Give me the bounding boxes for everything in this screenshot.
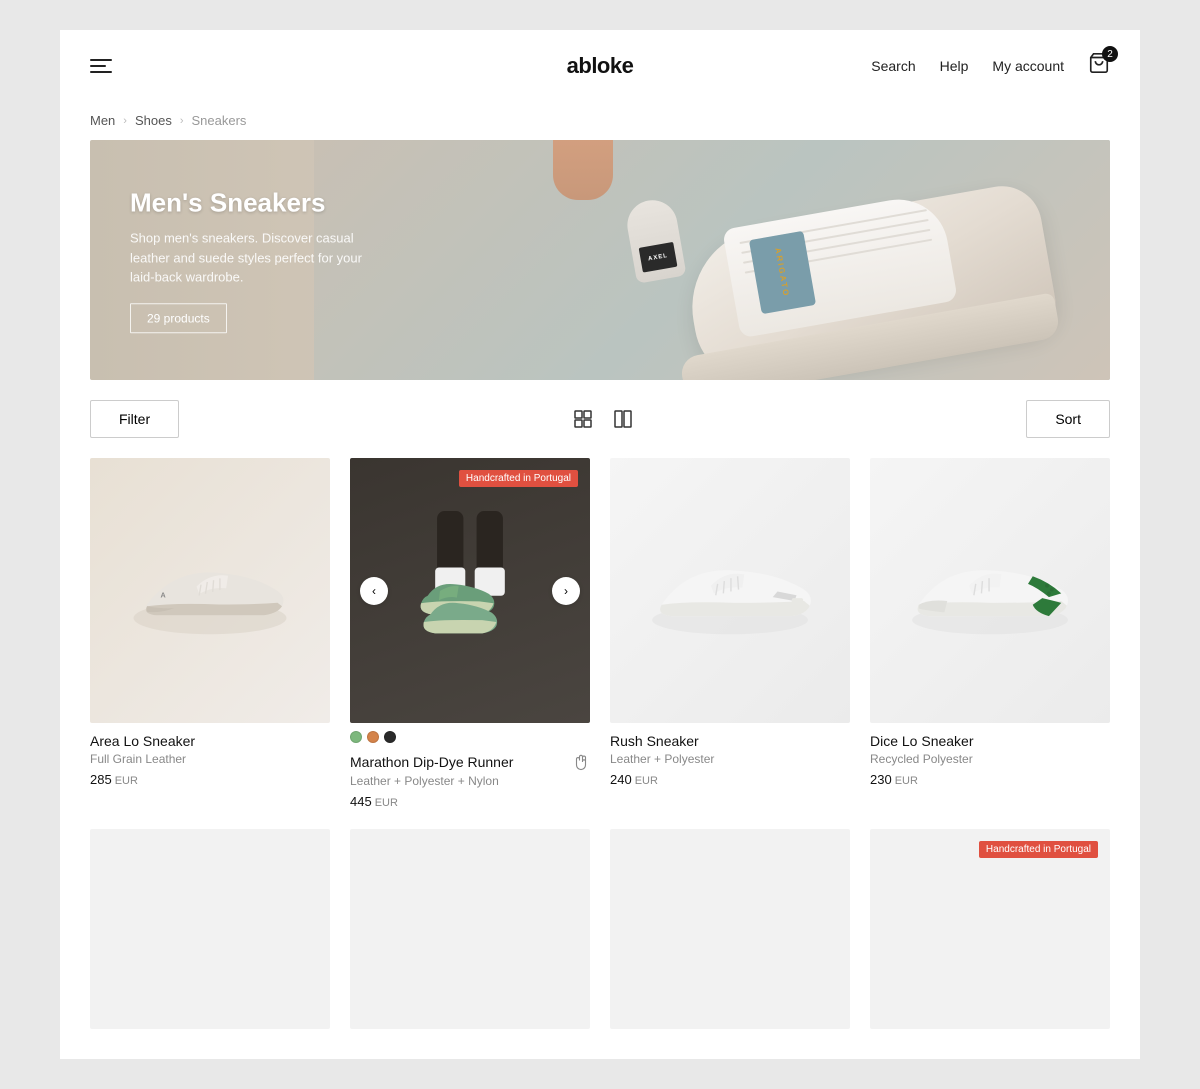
product-image-rush <box>635 536 825 646</box>
product-price: 230EUR <box>870 772 1110 787</box>
sneaker-logo-tag: AXEL <box>639 242 678 273</box>
product-card[interactable]: A Area Lo Sneaker Full Grain Leather 285… <box>90 458 330 809</box>
swatch[interactable] <box>384 731 396 743</box>
breadcrumb-sneakers: Sneakers <box>192 113 247 128</box>
product-material: Full Grain Leather <box>90 752 330 766</box>
product-card[interactable]: Handcrafted in Portugal <box>870 829 1110 1029</box>
product-image-wrapper <box>610 458 850 723</box>
product-image-wrapper <box>870 458 1110 723</box>
product-image-wrapper-partial: Handcrafted in Portugal <box>870 829 1110 1029</box>
product-name: Dice Lo Sneaker <box>870 733 1110 749</box>
header-right: Search Help My account 2 <box>871 52 1110 79</box>
breadcrumb-men[interactable]: Men <box>90 113 115 128</box>
card-next-button[interactable]: › <box>552 577 580 605</box>
hero-label: Men's Sneakers Shop men's sneakers. Disc… <box>130 187 370 333</box>
product-image-wrapper-partial <box>350 829 590 1029</box>
card-prev-button[interactable]: ‹ <box>360 577 388 605</box>
sort-button[interactable]: Sort <box>1026 400 1110 438</box>
swatch[interactable] <box>367 731 379 743</box>
product-image-wrapper-partial <box>90 829 330 1029</box>
grid-4-icon <box>574 410 592 428</box>
product-name: Marathon Dip-Dye Runner <box>350 753 590 771</box>
breadcrumb: Men › Shoes › Sneakers <box>60 101 1140 140</box>
hero-cta-button[interactable]: 29 products <box>130 303 227 333</box>
filter-button[interactable]: Filter <box>90 400 179 438</box>
product-card[interactable]: Dice Lo Sneaker Recycled Polyester 230EU… <box>870 458 1110 809</box>
grid-2-icon <box>614 410 632 428</box>
product-name: Area Lo Sneaker <box>90 733 330 749</box>
help-link[interactable]: Help <box>940 58 969 74</box>
product-image-wrapper: A <box>90 458 330 723</box>
hero-title: Men's Sneakers <box>130 187 370 218</box>
hero-bg: ARIGATO AXEL <box>314 140 1110 380</box>
cart-icon-wrapper[interactable]: 2 <box>1088 52 1110 79</box>
view-toggle <box>567 403 639 435</box>
product-info: Rush Sneaker Leather + Polyester 240EUR <box>610 723 850 787</box>
product-name: Rush Sneaker <box>610 733 850 749</box>
grid-2-view-button[interactable] <box>607 403 639 435</box>
product-material: Leather + Polyester <box>610 752 850 766</box>
product-material: Leather + Polyester + Nylon <box>350 774 590 788</box>
product-material: Recycled Polyester <box>870 752 1110 766</box>
arigato-text: ARIGATO <box>774 247 792 298</box>
product-card[interactable]: Handcrafted in Portugal ‹ › <box>350 458 590 809</box>
breadcrumb-sep-2: › <box>180 115 184 127</box>
hero-banner: ARIGATO AXEL Men's Sneakers Shop men's s… <box>90 140 1110 380</box>
breadcrumb-shoes[interactable]: Shoes <box>135 113 172 128</box>
product-badge: Handcrafted in Portugal <box>459 470 578 487</box>
product-price: 240EUR <box>610 772 850 787</box>
swatch[interactable] <box>350 731 362 743</box>
page-container: abloke Search Help My account 2 Men › Sh… <box>60 30 1140 1059</box>
product-info: Area Lo Sneaker Full Grain Leather 285EU… <box>90 723 330 787</box>
menu-icon[interactable] <box>90 59 112 73</box>
product-price: 285EUR <box>90 772 330 787</box>
product-image-wrapper-partial <box>610 829 850 1029</box>
sneaker-tongue: AXEL <box>623 196 686 283</box>
product-price: 445EUR <box>350 794 590 809</box>
partial-badge: Handcrafted in Portugal <box>979 841 1098 858</box>
product-info: Marathon Dip-Dye Runner Leather + Polyes… <box>350 743 590 809</box>
header: abloke Search Help My account 2 <box>60 30 1140 101</box>
product-image-wrapper: Handcrafted in Portugal ‹ › <box>350 458 590 723</box>
svg-text:A: A <box>161 590 166 599</box>
breadcrumb-sep-1: › <box>123 115 127 127</box>
wishlist-icon <box>572 753 590 771</box>
cart-badge: 2 <box>1102 46 1118 62</box>
logo[interactable]: abloke <box>567 53 634 79</box>
product-info: Dice Lo Sneaker Recycled Polyester 230EU… <box>870 723 1110 787</box>
product-image-marathon <box>385 511 555 671</box>
sneaker-logo: AXEL <box>648 253 669 262</box>
product-grid: A Area Lo Sneaker Full Grain Leather 285… <box>60 458 1140 1059</box>
product-image-area-lo: A <box>120 541 300 641</box>
hero-description: Shop men's sneakers. Discover casual lea… <box>130 228 370 287</box>
grid-4-view-button[interactable] <box>567 403 599 435</box>
search-link[interactable]: Search <box>871 58 915 74</box>
product-image-dice <box>895 536 1085 646</box>
color-swatches <box>350 731 590 743</box>
hero-hand <box>553 140 613 200</box>
product-card[interactable] <box>90 829 330 1029</box>
account-link[interactable]: My account <box>992 58 1064 74</box>
product-card[interactable] <box>350 829 590 1029</box>
product-card[interactable] <box>610 829 850 1029</box>
product-card[interactable]: Rush Sneaker Leather + Polyester 240EUR <box>610 458 850 809</box>
toolbar: Filter Sort <box>60 380 1140 458</box>
